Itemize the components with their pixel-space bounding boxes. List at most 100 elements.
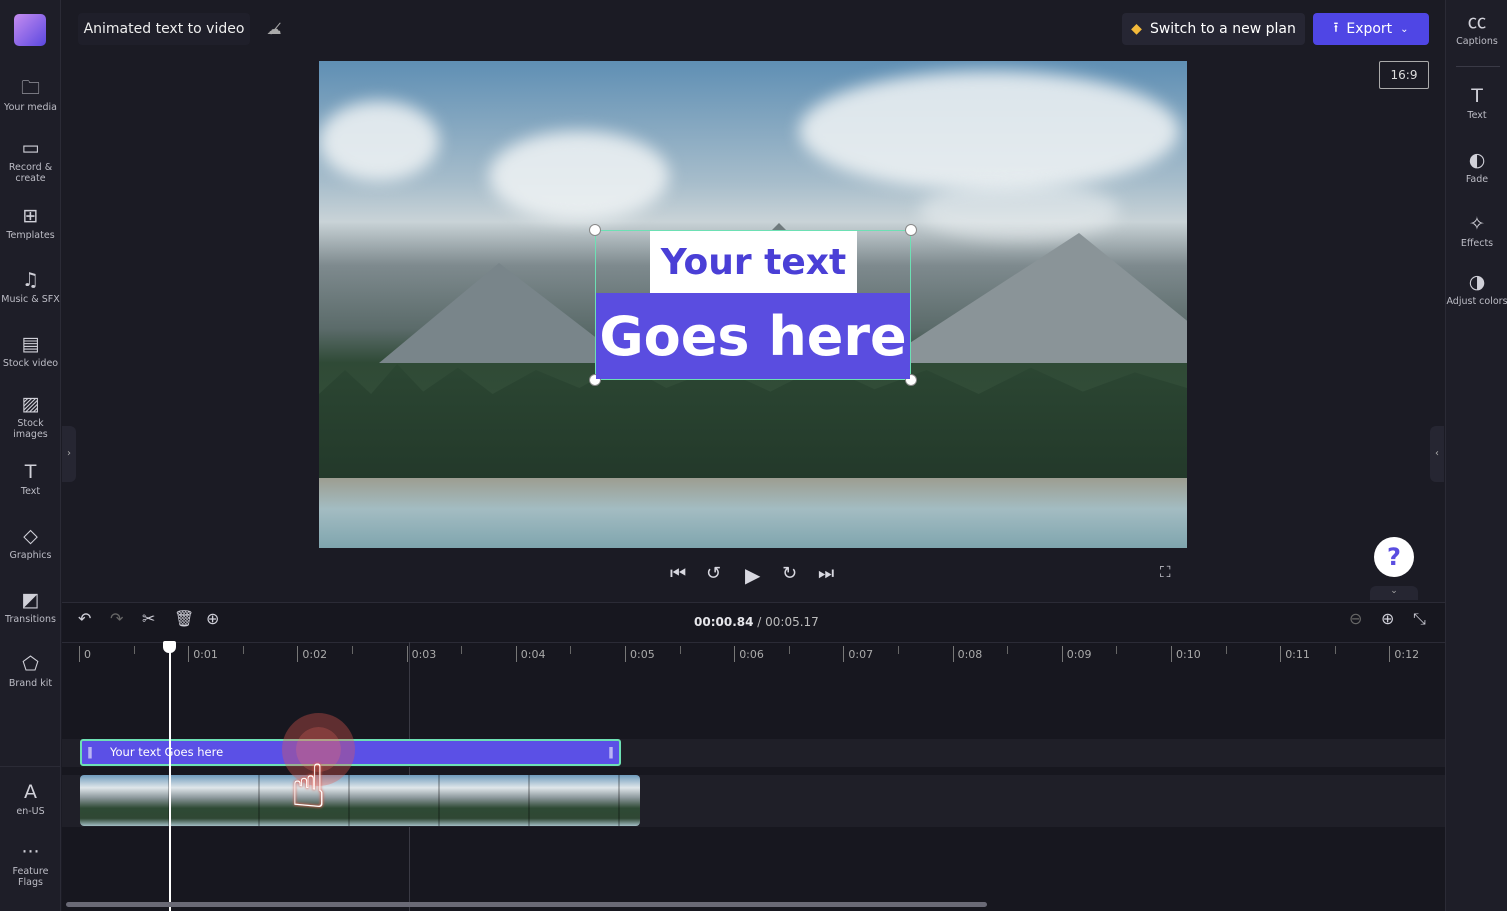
sidebar-item-stock-images[interactable]: ▨ Stock images [0, 392, 61, 440]
ruler-tick [1389, 646, 1391, 662]
ruler-label: 0 [84, 648, 91, 661]
sidebar-item-stock-video[interactable]: ▤ Stock video [0, 332, 61, 369]
ruler-minor-tick [570, 646, 572, 654]
ruler-label: 0:03 [411, 648, 437, 661]
export-button[interactable]: ⭱ Export ⌄ [1313, 13, 1429, 45]
divider [0, 766, 61, 767]
text-line-1[interactable]: Your text [650, 231, 857, 293]
sidebar-item-your-media[interactable]: 🗀 Your media [0, 76, 61, 113]
ruler-tick [952, 646, 954, 662]
panel-label: Captions [1456, 36, 1498, 47]
text-clip[interactable]: Your text Goes here ‖ ‖ [80, 739, 621, 766]
cloud-off-icon[interactable]: ☁̸ [258, 13, 290, 45]
resize-handle[interactable] [905, 224, 917, 236]
text-line-2[interactable]: Goes here [596, 293, 910, 379]
sidebar-item-label: en-US [16, 806, 45, 817]
video-clip[interactable] [80, 775, 640, 826]
ruler-minor-tick [1116, 646, 1118, 654]
left-sidebar: 🗀 Your media ▭ Record & create ⊞ Templates ♫ Mu… [0, 0, 61, 911]
ruler-tick [1280, 646, 1282, 662]
ruler-minor-tick [1007, 646, 1009, 654]
folder-icon: 🗀 [20, 77, 40, 99]
resize-handle[interactable] [589, 224, 601, 236]
panel-fade[interactable]: ◐ Fade [1446, 148, 1507, 185]
panel-captions[interactable]: ㏄ Captions [1446, 10, 1507, 47]
zoom-out-icon[interactable]: ⊖ [1349, 609, 1362, 628]
text-icon: T [24, 461, 37, 483]
brand-icon: ⬠ [22, 653, 39, 675]
sidebar-item-text[interactable]: T Text [0, 460, 61, 497]
camera-icon: ▭ [21, 137, 40, 159]
ruler-label: 0:12 [1394, 648, 1420, 661]
aspect-ratio-button[interactable]: 16:9 [1379, 61, 1429, 89]
ruler-tick [843, 646, 845, 662]
templates-icon: ⊞ [22, 205, 39, 227]
fullscreen-button[interactable]: ⛶ [1160, 563, 1171, 581]
sidebar-item-en-us[interactable]: Aen-US [0, 780, 61, 817]
playhead[interactable] [169, 642, 171, 911]
language-icon: A [24, 781, 37, 803]
panel-text[interactable]: T Text [1446, 84, 1507, 121]
scissors-icon[interactable]: ✂ [142, 609, 155, 628]
playhead-handle[interactable] [163, 641, 176, 653]
trim-handle-left[interactable]: ‖ [84, 741, 96, 764]
collapse-right-panel-button[interactable]: ‹ [1430, 426, 1444, 482]
ruler-minor-tick [352, 646, 353, 654]
sidebar-item-label: Text [20, 486, 41, 497]
ruler-label: 0:09 [1066, 648, 1092, 661]
sidebar-item-transitions[interactable]: ◩ Transitions [0, 588, 61, 625]
ruler-minor-tick [788, 646, 790, 654]
sidebar-item-brand-kit[interactable]: ⬠ Brand kit [0, 652, 61, 689]
undo-icon[interactable]: ↶ [78, 609, 91, 628]
help-button[interactable]: ? [1374, 537, 1414, 577]
transitions-icon: ◩ [21, 589, 40, 611]
chevron-down-icon: ⌄ [1400, 23, 1409, 35]
redo-icon[interactable]: ↷ [110, 609, 123, 628]
sidebar-item-feature-flags[interactable]: ··· Feature Flags [0, 840, 61, 888]
app-logo[interactable] [14, 14, 46, 46]
text-clip-label: Your text Goes here [110, 745, 224, 759]
ruler-tick [734, 646, 736, 662]
panel-label: Adjust colors [1446, 296, 1507, 307]
total-time: / 00:05.17 [757, 615, 819, 629]
skip-to-start-button[interactable]: ⏮ [670, 563, 686, 584]
current-time: 00:00.84 [694, 615, 754, 629]
ruler-tick [406, 646, 408, 662]
right-sidebar: ㏄ Captions T Text ◐ Fade ✧ Effects ◑ Adjust color… [1445, 0, 1507, 911]
panel-adjust-colors[interactable]: ◑ Adjust colors [1446, 270, 1507, 307]
chevron-down-icon[interactable]: ⌄ [1370, 586, 1418, 600]
add-to-timeline-icon[interactable]: ⊕ [206, 609, 219, 628]
ruler-label: 0:05 [630, 648, 655, 661]
ruler-minor-tick [133, 646, 135, 654]
ruler-tick [515, 646, 517, 662]
play-button[interactable]: ▶ [745, 563, 760, 587]
zoom-in-icon[interactable]: ⊕ [1381, 609, 1394, 628]
sidebar-item-label: Feature Flags [12, 866, 49, 888]
sidebar-item-templates[interactable]: ⊞ Templates [0, 204, 61, 241]
upgrade-button[interactable]: ◆ Switch to a new plan [1122, 13, 1305, 45]
text-icon: T [1471, 85, 1483, 107]
panel-effects[interactable]: ✧ Effects [1446, 212, 1507, 249]
time-display: 00:00.84 / 00:05.17 [694, 615, 819, 629]
collapse-left-panel-button[interactable]: › [62, 426, 76, 482]
skip-to-end-button[interactable]: ⏭ [818, 563, 834, 584]
panel-label: Text [1467, 110, 1487, 121]
ruler-tick [297, 646, 299, 662]
horizontal-scrollbar[interactable] [66, 902, 987, 907]
rewind-5s-button[interactable]: ↺ [706, 563, 721, 584]
trim-handle-right[interactable]: ‖ [605, 741, 617, 764]
sidebar-item-music-sfx[interactable]: ♫ Music & SFX [0, 268, 61, 305]
music-icon: ♫ [21, 269, 40, 291]
fade-icon: ◐ [1468, 149, 1486, 171]
diamond-icon: ◆ [1131, 21, 1142, 37]
sidebar-item-record-create[interactable]: ▭ Record & create [0, 136, 61, 184]
trash-icon[interactable]: 🗑 [174, 609, 194, 628]
fit-timeline-icon[interactable]: ⤡ [1413, 609, 1426, 629]
ruler-label: 0:08 [957, 648, 983, 661]
project-title[interactable]: Animated text to video [78, 13, 250, 45]
ruler-label: 0:06 [739, 648, 764, 661]
sidebar-item-label: Music & SFX [1, 294, 60, 305]
shapes-icon: ◇ [23, 525, 38, 547]
sidebar-item-graphics[interactable]: ◇ Graphics [0, 524, 61, 561]
forward-5s-button[interactable]: ↻ [782, 563, 797, 584]
